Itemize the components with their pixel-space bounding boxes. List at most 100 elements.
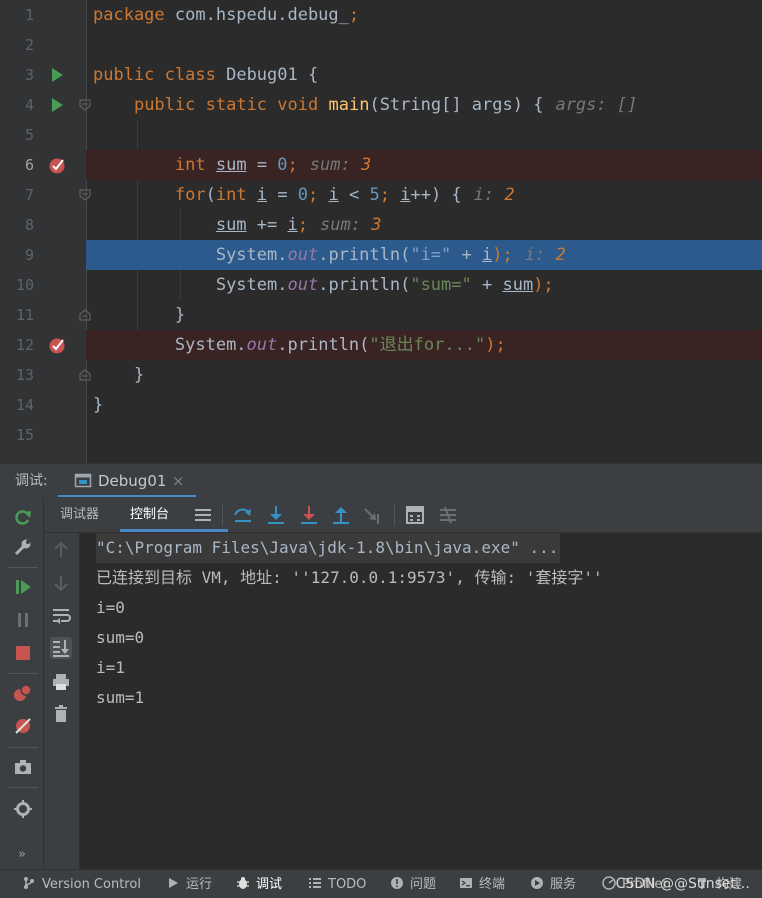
operator: +: [451, 245, 482, 265]
run-triangle-icon[interactable]: [48, 66, 66, 84]
number: 0: [277, 155, 288, 175]
semicolon: ;: [379, 185, 401, 205]
fold-marker-icon[interactable]: [79, 189, 91, 201]
problems-button[interactable]: 问题: [390, 870, 436, 898]
line-number[interactable]: 12: [8, 330, 34, 360]
operator: +=: [246, 215, 288, 235]
inline-debug-name: i:: [473, 185, 495, 205]
todo-label: TODO: [328, 877, 367, 892]
line-number[interactable]: 13: [8, 360, 34, 390]
inline-debug-value: 2: [555, 245, 566, 265]
pause-icon[interactable]: [13, 610, 33, 630]
method-name: main: [328, 95, 370, 115]
line-number[interactable]: 11: [8, 300, 34, 330]
print-icon[interactable]: [50, 671, 72, 693]
resume-icon[interactable]: [13, 577, 33, 597]
semicolon: ;: [348, 5, 360, 25]
stop-icon[interactable]: [13, 643, 33, 663]
services-button[interactable]: 服务: [530, 870, 576, 898]
line-number[interactable]: 2: [8, 30, 34, 60]
code-line-7[interactable]: 7 for(int i = 0; i < 5; i++) {i: 2: [0, 180, 762, 210]
code-line-14[interactable]: 14 }: [0, 390, 762, 420]
more-icon[interactable]: »: [18, 847, 26, 862]
line-number[interactable]: 6: [8, 150, 34, 180]
keyword: int: [174, 155, 206, 175]
evaluate-expression-icon[interactable]: [404, 504, 426, 526]
code-line-5[interactable]: 5: [0, 120, 762, 150]
console-command-line[interactable]: "C:\Program Files\Java\jdk-1.8\bin\java.…: [96, 533, 561, 563]
class-ref: System.: [215, 275, 288, 295]
line-number[interactable]: 7: [8, 180, 34, 210]
line-number[interactable]: 3: [8, 60, 34, 90]
run-to-cursor-icon[interactable]: [362, 504, 384, 526]
line-number[interactable]: 5: [8, 120, 34, 150]
todo-button[interactable]: TODO: [308, 870, 366, 898]
console-line[interactable]: i=0: [96, 593, 125, 623]
debug-button[interactable]: 调试: [236, 870, 282, 898]
line-number[interactable]: 8: [8, 210, 34, 240]
code-line-3[interactable]: 3 public class Debug01 {: [0, 60, 762, 90]
line-number[interactable]: 9: [8, 240, 34, 270]
fold-marker-icon[interactable]: [79, 99, 91, 111]
close-icon[interactable]: ×: [172, 464, 185, 498]
run-triangle-icon[interactable]: [48, 96, 66, 114]
code-line-15[interactable]: 15: [0, 420, 762, 450]
console-line[interactable]: sum=1: [96, 683, 144, 713]
line-number[interactable]: 14: [8, 390, 34, 420]
view-breakpoints-icon[interactable]: [13, 683, 33, 703]
tab-console[interactable]: 控制台: [130, 497, 169, 533]
mute-breakpoints-icon[interactable]: [13, 716, 33, 736]
camera-icon[interactable]: [13, 757, 33, 777]
arrow-down-icon[interactable]: [50, 572, 72, 594]
console-line[interactable]: i=1: [96, 653, 125, 683]
terminal-button[interactable]: 终端: [459, 870, 505, 898]
fold-marker-icon[interactable]: [79, 309, 91, 321]
debug-actions-strip: »: [0, 497, 44, 869]
arrow-up-icon[interactable]: [50, 539, 72, 561]
menu-icon[interactable]: [192, 504, 214, 526]
list-icon: [309, 878, 321, 888]
rerun-icon[interactable]: [13, 507, 33, 527]
breakpoint-check-icon[interactable]: [48, 336, 66, 354]
line-number[interactable]: 4: [8, 90, 34, 120]
code-line-9[interactable]: 9 System.out.println("i=" + i); i: 2: [0, 240, 762, 270]
trash-icon[interactable]: [50, 703, 72, 725]
version-control-button[interactable]: Version Control: [22, 870, 141, 898]
debug-tool-window-header: 调试: Debug01 ×: [0, 463, 762, 498]
code-line-10[interactable]: 10 System.out.println("sum=" + sum);: [0, 270, 762, 300]
line-number[interactable]: 1: [8, 0, 34, 30]
code-line-6[interactable]: 6 int sum = 0; sum: 3: [0, 150, 762, 180]
code-line-2[interactable]: 2: [0, 30, 762, 60]
tab-debug01[interactable]: Debug01 ×: [58, 464, 196, 498]
wrench-icon[interactable]: [13, 537, 33, 557]
console-output[interactable]: "C:\Program Files\Java\jdk-1.8\bin\java.…: [80, 533, 762, 869]
run-button[interactable]: 运行: [166, 870, 212, 898]
console-line[interactable]: 已连接到目标 VM, 地址: ''127.0.0.1:9573', 传输: '套…: [96, 563, 603, 593]
code-line-12[interactable]: 12 System.out.println("退出for...");: [0, 330, 762, 360]
code-line-1[interactable]: 1 package com.hspedu.debug_;: [0, 0, 762, 30]
force-step-into-icon[interactable]: [298, 504, 320, 526]
inline-debug-name: sum:: [320, 215, 361, 235]
step-out-icon[interactable]: [330, 504, 352, 526]
tab-debugger[interactable]: 调试器: [60, 497, 99, 533]
console-line[interactable]: sum=0: [96, 623, 144, 653]
step-over-icon[interactable]: [232, 504, 254, 526]
code-line-11[interactable]: 11 }: [0, 300, 762, 330]
class-ref: System.: [215, 245, 288, 265]
operator: +: [471, 275, 503, 295]
soft-wrap-icon[interactable]: [50, 605, 72, 627]
breakpoint-check-icon[interactable]: [48, 156, 66, 174]
scroll-to-end-icon[interactable]: [50, 637, 72, 659]
code-editor[interactable]: 1 package com.hspedu.debug_; 2 3 public …: [0, 0, 762, 463]
code-line-4[interactable]: 4 public static void main(String[] args)…: [0, 90, 762, 120]
code-line-13[interactable]: 13 }: [0, 360, 762, 390]
line-number[interactable]: 10: [8, 270, 34, 300]
code-line-8[interactable]: 8 sum += i; sum: 3: [0, 210, 762, 240]
step-into-icon[interactable]: [265, 504, 287, 526]
toolbar-separator: [394, 504, 395, 526]
line-number[interactable]: 15: [8, 420, 34, 450]
number: 0: [297, 185, 309, 205]
trace-stream-icon[interactable]: [437, 504, 459, 526]
settings-gear-icon[interactable]: [13, 799, 33, 819]
fold-marker-icon[interactable]: [79, 369, 91, 381]
